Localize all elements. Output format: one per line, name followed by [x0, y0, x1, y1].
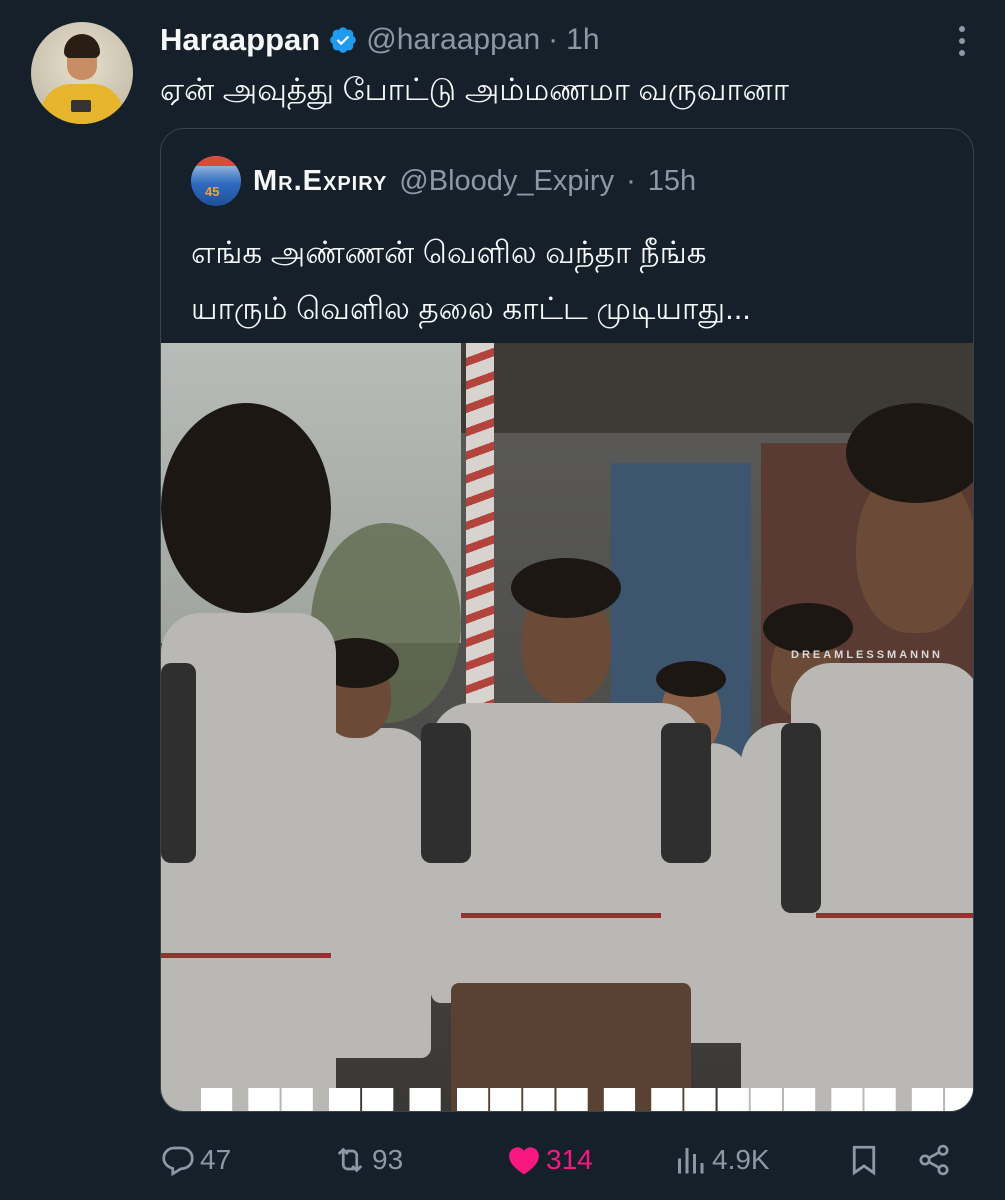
- quoted-tweet-text: எங்க அண்ணன் வெளில வந்தா நீங்க யாரும் வெள…: [191, 225, 751, 337]
- like-count: 314: [546, 1144, 593, 1175]
- quoted-author-name: Mr.Expiry: [253, 164, 388, 197]
- analytics-icon: [678, 1148, 704, 1174]
- media-caption-cutoff: ▀ ▀▀ ▀▀ ▀ ▀▀▀▀ ▀ ▀▀▀▀▀ ▀▀ ▀▀ ▀▀: [201, 1089, 973, 1111]
- separator-dot: ·: [626, 164, 636, 197]
- quoted-tweet-time: 15h: [647, 164, 697, 197]
- quoted-tweet[interactable]: 45 Mr.Expiry @Bloody_Expiry · 15h எங்க அ…: [160, 128, 974, 1112]
- share-icon: [919, 1144, 949, 1176]
- tweet-header: Haraappan @haraappan · 1h: [160, 18, 600, 62]
- quoted-media-image[interactable]: DREAMLESSMANNN ▀ ▀▀ ▀▀ ▀ ▀▀▀▀ ▀ ▀▀▀▀▀ ▀▀…: [161, 343, 973, 1111]
- bookmark-icon: [852, 1145, 876, 1176]
- reply-icon: [162, 1146, 194, 1177]
- retweet-button[interactable]: 93: [332, 1138, 403, 1182]
- author-handle[interactable]: @haraappan: [366, 23, 540, 57]
- share-button[interactable]: [916, 1138, 952, 1182]
- retweet-count: 93: [372, 1144, 404, 1175]
- author-name[interactable]: Haraappan: [160, 22, 320, 58]
- media-watermark: DREAMLESSMANNN: [791, 649, 943, 661]
- views-button[interactable]: 4.9K: [672, 1138, 770, 1182]
- bookmark-button[interactable]: [846, 1138, 882, 1182]
- quoted-author-handle: @Bloody_Expiry: [399, 164, 615, 197]
- avatar-jersey-number: 45: [205, 184, 220, 199]
- author-avatar[interactable]: [31, 22, 133, 124]
- quoted-author-avatar: 45: [191, 156, 241, 206]
- verified-badge-icon: [330, 27, 357, 53]
- reply-button[interactable]: 47: [160, 1138, 231, 1182]
- heart-filled-icon: [509, 1147, 539, 1175]
- tweet-time[interactable]: 1h: [566, 23, 599, 57]
- quoted-text-line: யாரும் வெளில தலை காட்ட முடியாது...: [191, 291, 751, 326]
- separator-dot: ·: [548, 23, 559, 56]
- retweet-icon: [337, 1147, 363, 1173]
- quoted-text-line: எங்க அண்ணன் வெளில வந்தா நீங்க: [191, 235, 707, 270]
- tweet-actions: 47 93 314 4.9K: [160, 1138, 960, 1182]
- more-options-icon[interactable]: [959, 26, 967, 56]
- tweet[interactable]: Haraappan @haraappan · 1h ஏன் அவுத்து போ…: [0, 0, 1005, 1200]
- reply-count: 47: [200, 1144, 232, 1175]
- like-button[interactable]: 314: [506, 1138, 593, 1182]
- tweet-text: ஏன் அவுத்து போட்டு அம்மணமா வருவானா: [160, 72, 789, 107]
- views-count: 4.9K: [712, 1144, 770, 1175]
- quoted-tweet-header: 45 Mr.Expiry @Bloody_Expiry · 15h: [191, 155, 696, 207]
